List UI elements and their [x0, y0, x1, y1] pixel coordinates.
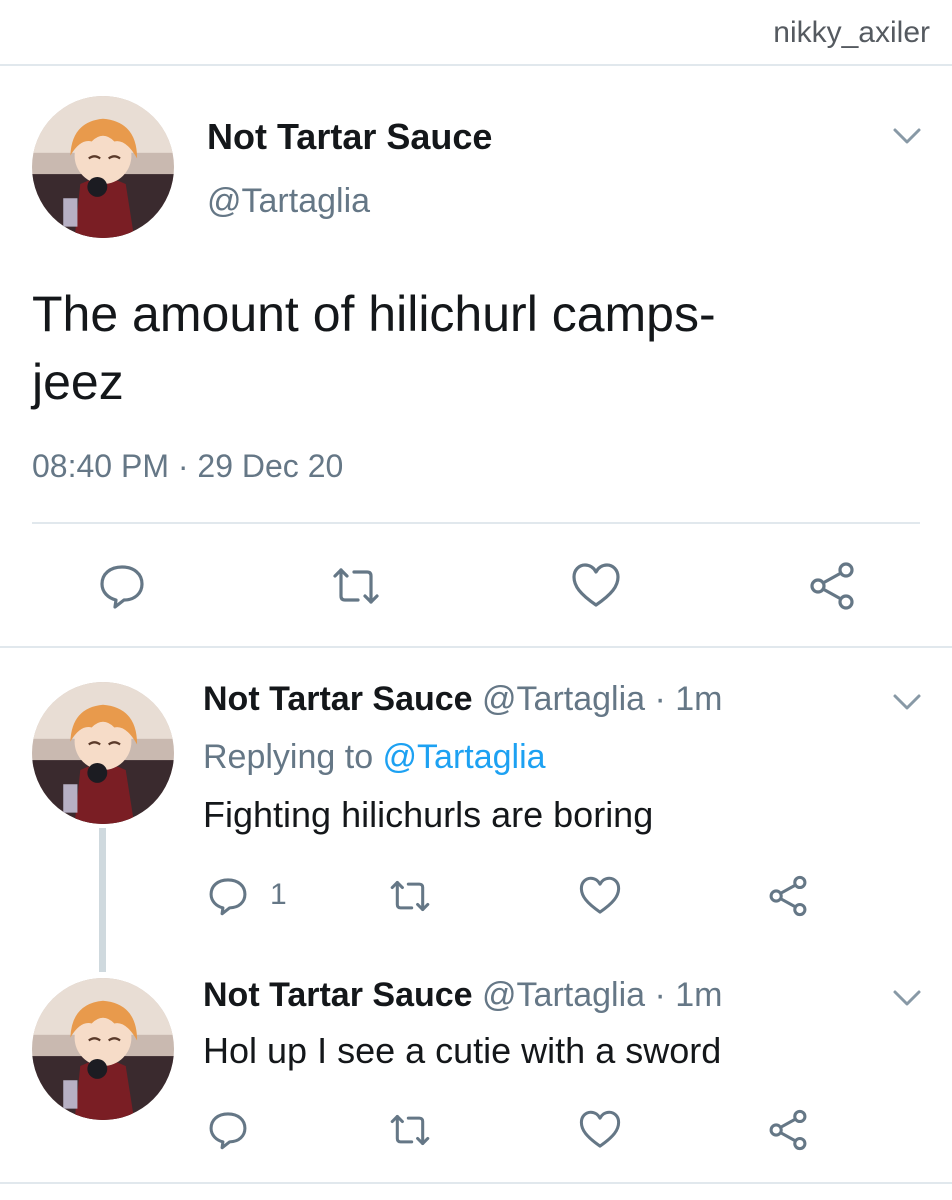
display-name[interactable]: Not Tartar Sauce — [207, 116, 492, 158]
share-icon[interactable] — [766, 1108, 810, 1152]
tweet-timestamp[interactable]: 08:40 PM · 29 Dec 20 — [32, 448, 343, 485]
chevron-down-icon[interactable] — [890, 690, 924, 714]
reply-count: 1 — [270, 878, 287, 911]
separator: · — [645, 976, 676, 1014]
retweet-icon[interactable] — [330, 560, 382, 612]
reply-header: Not Tartar Sauce @Tartaglia · 1m — [203, 976, 723, 1015]
avatar[interactable] — [32, 978, 174, 1120]
reply-icon[interactable] — [206, 874, 250, 918]
reply-text: Fighting hilichurls are boring — [203, 794, 654, 835]
tweet-text-line: The amount of hilichurl camps- — [32, 286, 716, 342]
replying-to: Replying to @Tartaglia — [203, 738, 546, 777]
divider — [0, 646, 952, 648]
reply-header: Not Tartar Sauce @Tartaglia · 1m — [203, 680, 723, 719]
reply-icon[interactable] — [206, 1108, 250, 1152]
user-handle[interactable]: @Tartaglia — [482, 680, 645, 718]
reply-time: 1m — [675, 976, 723, 1014]
user-handle[interactable]: @Tartaglia — [482, 976, 645, 1014]
display-name[interactable]: Not Tartar Sauce — [203, 976, 473, 1014]
chevron-down-icon[interactable] — [890, 986, 924, 1010]
avatar[interactable] — [32, 682, 174, 824]
replying-prefix: Replying to — [203, 738, 383, 776]
thread-connector — [99, 828, 106, 972]
reply-icon[interactable] — [96, 560, 148, 612]
reply-time: 1m — [675, 680, 723, 718]
watermark: nikky_axiler — [773, 16, 930, 49]
divider — [0, 64, 952, 66]
retweet-icon[interactable] — [388, 874, 432, 918]
like-icon[interactable] — [570, 560, 622, 612]
like-icon[interactable] — [578, 1108, 622, 1152]
reply-text: Hol up I see a cutie with a sword — [203, 1030, 722, 1071]
share-icon[interactable] — [806, 560, 858, 612]
divider — [32, 522, 920, 524]
chevron-down-icon[interactable] — [890, 124, 924, 148]
display-name[interactable]: Not Tartar Sauce — [203, 680, 473, 718]
retweet-icon[interactable] — [388, 1108, 432, 1152]
separator: · — [645, 680, 676, 718]
tweet-text: The amount of hilichurl camps- jeez — [32, 280, 912, 416]
share-icon[interactable] — [766, 874, 810, 918]
user-handle[interactable]: @Tartaglia — [207, 182, 370, 221]
like-icon[interactable] — [578, 874, 622, 918]
tweet-text-line: jeez — [32, 354, 124, 410]
divider — [0, 1182, 952, 1184]
avatar[interactable] — [32, 96, 174, 238]
replying-to-link[interactable]: @Tartaglia — [383, 738, 546, 776]
